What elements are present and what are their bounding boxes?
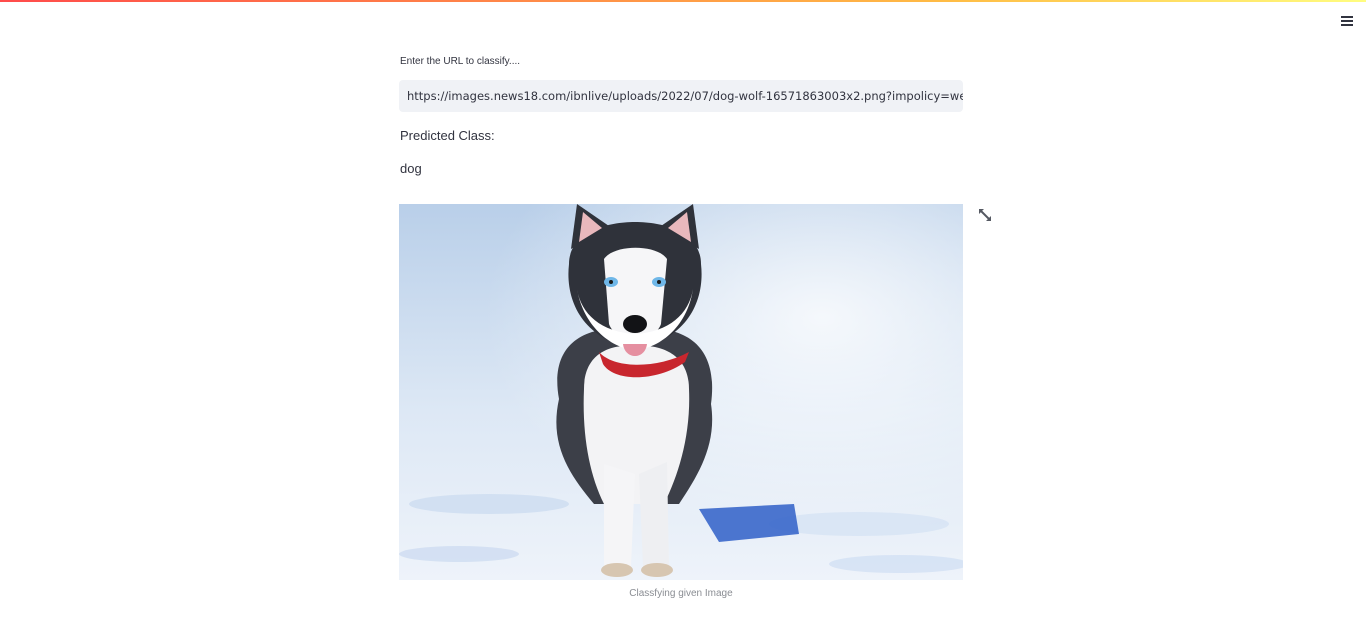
husky-puppy-illustration	[399, 204, 963, 580]
predicted-class-value: dog	[400, 161, 422, 176]
main-menu-button[interactable]	[1336, 11, 1358, 31]
fullscreen-expand-button[interactable]	[977, 207, 993, 223]
hamburger-icon	[1341, 16, 1353, 18]
url-input-value: https://images.news18.com/ibnlive/upload…	[407, 89, 963, 103]
predicted-class-heading: Predicted Class:	[400, 128, 495, 143]
image-caption: Classfying given Image	[629, 588, 733, 599]
top-decoration-bar	[0, 0, 1366, 2]
url-input-label: Enter the URL to classify....	[400, 56, 521, 67]
classified-image	[399, 204, 963, 580]
fullscreen-expand-icon	[979, 209, 991, 221]
url-input[interactable]: https://images.news18.com/ibnlive/upload…	[399, 80, 963, 112]
